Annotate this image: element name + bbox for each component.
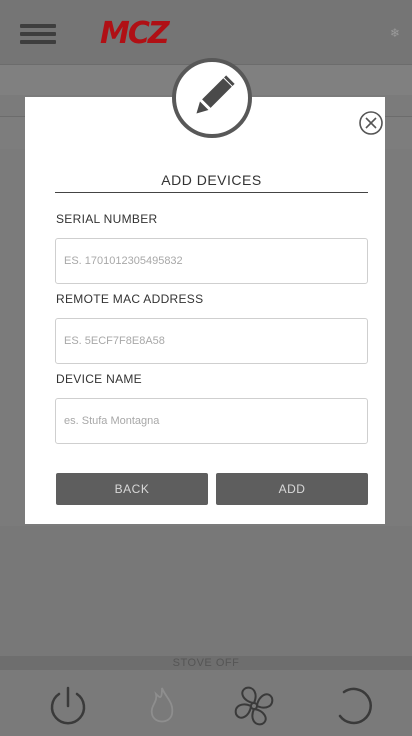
hamburger-menu-icon[interactable] (20, 24, 56, 44)
device-name-input[interactable] (55, 398, 368, 444)
title-divider (55, 192, 368, 193)
refresh-icon[interactable] (330, 684, 374, 728)
mac-address-label: REMOTE MAC ADDRESS (56, 292, 204, 306)
top-app-bar: MCZ ❄ (0, 0, 412, 64)
bottom-toolbar (0, 670, 412, 736)
mac-address-input[interactable] (55, 318, 368, 364)
brand-logo: MCZ (100, 16, 170, 51)
edit-badge (172, 58, 252, 138)
pencil-icon (196, 75, 235, 114)
snowflake-icon[interactable]: ❄ (390, 26, 400, 40)
add-button[interactable]: ADD (216, 473, 368, 505)
power-icon[interactable] (46, 684, 90, 728)
flame-icon[interactable] (140, 684, 184, 728)
add-devices-dialog (25, 97, 385, 524)
dialog-title: ADD DEVICES (161, 172, 262, 188)
background-content (0, 526, 412, 656)
back-button[interactable]: BACK (56, 473, 208, 505)
stove-status-bar: STOVE OFF (0, 656, 412, 670)
fan-icon[interactable] (232, 684, 276, 728)
close-icon[interactable] (357, 109, 385, 137)
serial-number-input[interactable] (55, 238, 368, 284)
serial-number-label: SERIAL NUMBER (56, 212, 158, 226)
device-name-label: DEVICE NAME (56, 372, 142, 386)
